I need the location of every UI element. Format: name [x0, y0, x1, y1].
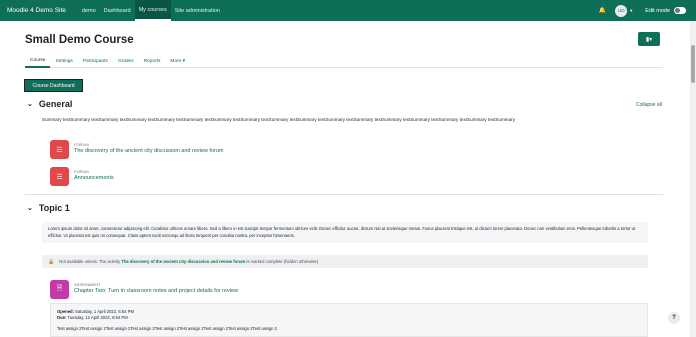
tab-participants[interactable]: Participants [78, 54, 113, 68]
page-title: Small Demo Course [25, 34, 134, 46]
chevron-down-icon[interactable]: ⌄ [27, 100, 33, 108]
nav-link-my-courses[interactable]: My courses [134, 0, 171, 21]
tab-course[interactable]: Course [25, 54, 51, 68]
top-navbar: Moodle 4 Demo Site demo Dashboard My cou… [0, 0, 696, 21]
restriction-link[interactable]: The discovery of the ancient city discus… [121, 259, 245, 264]
lock-icon: 🔒 [48, 258, 55, 265]
section-topic-1-header[interactable]: ⌄ Topic 1 [27, 203, 70, 213]
due-date: Due: Tuesday, 12 April 2022, 6:54 PM [57, 315, 641, 321]
assignment-description: Test assign 2Test assign 2Test assign 2T… [57, 326, 277, 331]
forum-icon: ☰ [50, 167, 69, 186]
site-name[interactable]: Moodle 4 Demo Site [7, 7, 66, 14]
section-description: Lorem ipsum dolor sit amet, consectetur … [42, 222, 648, 243]
section-title: Topic 1 [38, 203, 70, 213]
scrollbar-thumb[interactable] [691, 45, 695, 83]
due-label: Due: [57, 315, 67, 320]
course-dashboard-button[interactable]: Course Dashboard [24, 79, 83, 92]
collapse-all-link[interactable]: Collapse all [636, 102, 662, 108]
forum-icon: ☰ [50, 140, 69, 159]
activity-link[interactable]: Chapter Two: Turn in classroom notes and… [74, 288, 238, 294]
activity-type: ASSIGNMENT [74, 282, 101, 287]
activity-type: FORUM [74, 142, 89, 147]
avatar[interactable]: UO [615, 4, 628, 17]
section-general-header[interactable]: ⌄ General [27, 99, 72, 109]
activity-assignment[interactable]: 🗎 ASSIGNMENT Chapter Two: Turn in classr… [50, 280, 238, 299]
activity-link[interactable]: Announcements [74, 175, 114, 181]
assignment-icon: 🗎 [50, 280, 69, 299]
activity-type: FORUM [74, 169, 89, 174]
section-title: General [38, 99, 73, 109]
opened-value: Saturday, 1 April 2022, 6:54 PM [75, 309, 134, 314]
page-scrollbar[interactable] [690, 21, 696, 337]
activity-forum[interactable]: ☰ FORUM The discovery of the ancient cit… [50, 140, 224, 159]
activity-forum[interactable]: ☰ FORUM Announcements [50, 167, 114, 186]
nav-link-dashboard[interactable]: Dashboard [100, 0, 135, 21]
tab-grades[interactable]: Grades [113, 54, 139, 68]
nav-link-home[interactable]: demo [78, 0, 100, 21]
chevron-down-icon[interactable]: ⌄ [27, 204, 33, 212]
opened-label: Opened: [57, 309, 74, 314]
edit-mode-label: Edit mode [645, 7, 670, 14]
bell-icon[interactable]: 🔔 [599, 7, 606, 14]
activity-dates: Opened: Saturday, 1 April 2022, 6:54 PM … [50, 303, 648, 337]
help-button[interactable]: ? [668, 312, 680, 324]
due-value: Tuesday, 12 April 2022, 6:54 PM [67, 315, 128, 320]
nav-link-site-administration[interactable]: Site administration [171, 0, 224, 21]
course-actions-button[interactable]: ▮▾ [638, 32, 660, 46]
section-summary: Summary textSummary textSummary textSumm… [42, 117, 515, 122]
navbar-user-area: 🔔 UO ▼ Edit mode [599, 4, 686, 17]
section-divider [25, 194, 663, 195]
course-menu-icon: ▮▾ [645, 36, 653, 43]
restriction-suffix: is marked complete (hidden otherwise) [246, 259, 319, 264]
edit-mode-toggle[interactable] [674, 7, 686, 14]
tab-reports[interactable]: Reports [139, 54, 166, 68]
restriction-info: 🔒 Not available unless: The activity The… [42, 255, 648, 268]
chevron-down-icon[interactable]: ▼ [629, 8, 633, 13]
tab-more[interactable]: More ▾ [165, 54, 190, 68]
restriction-prefix: Not available unless: The activity [59, 259, 121, 264]
section-description-text: Lorem ipsum dolor sit amet, consectetur … [48, 226, 636, 238]
course-tabs: Course Settings Participants Grades Repo… [25, 54, 663, 68]
tab-settings[interactable]: Settings [50, 54, 77, 68]
activity-link[interactable]: The discovery of the ancient city discus… [74, 148, 224, 154]
